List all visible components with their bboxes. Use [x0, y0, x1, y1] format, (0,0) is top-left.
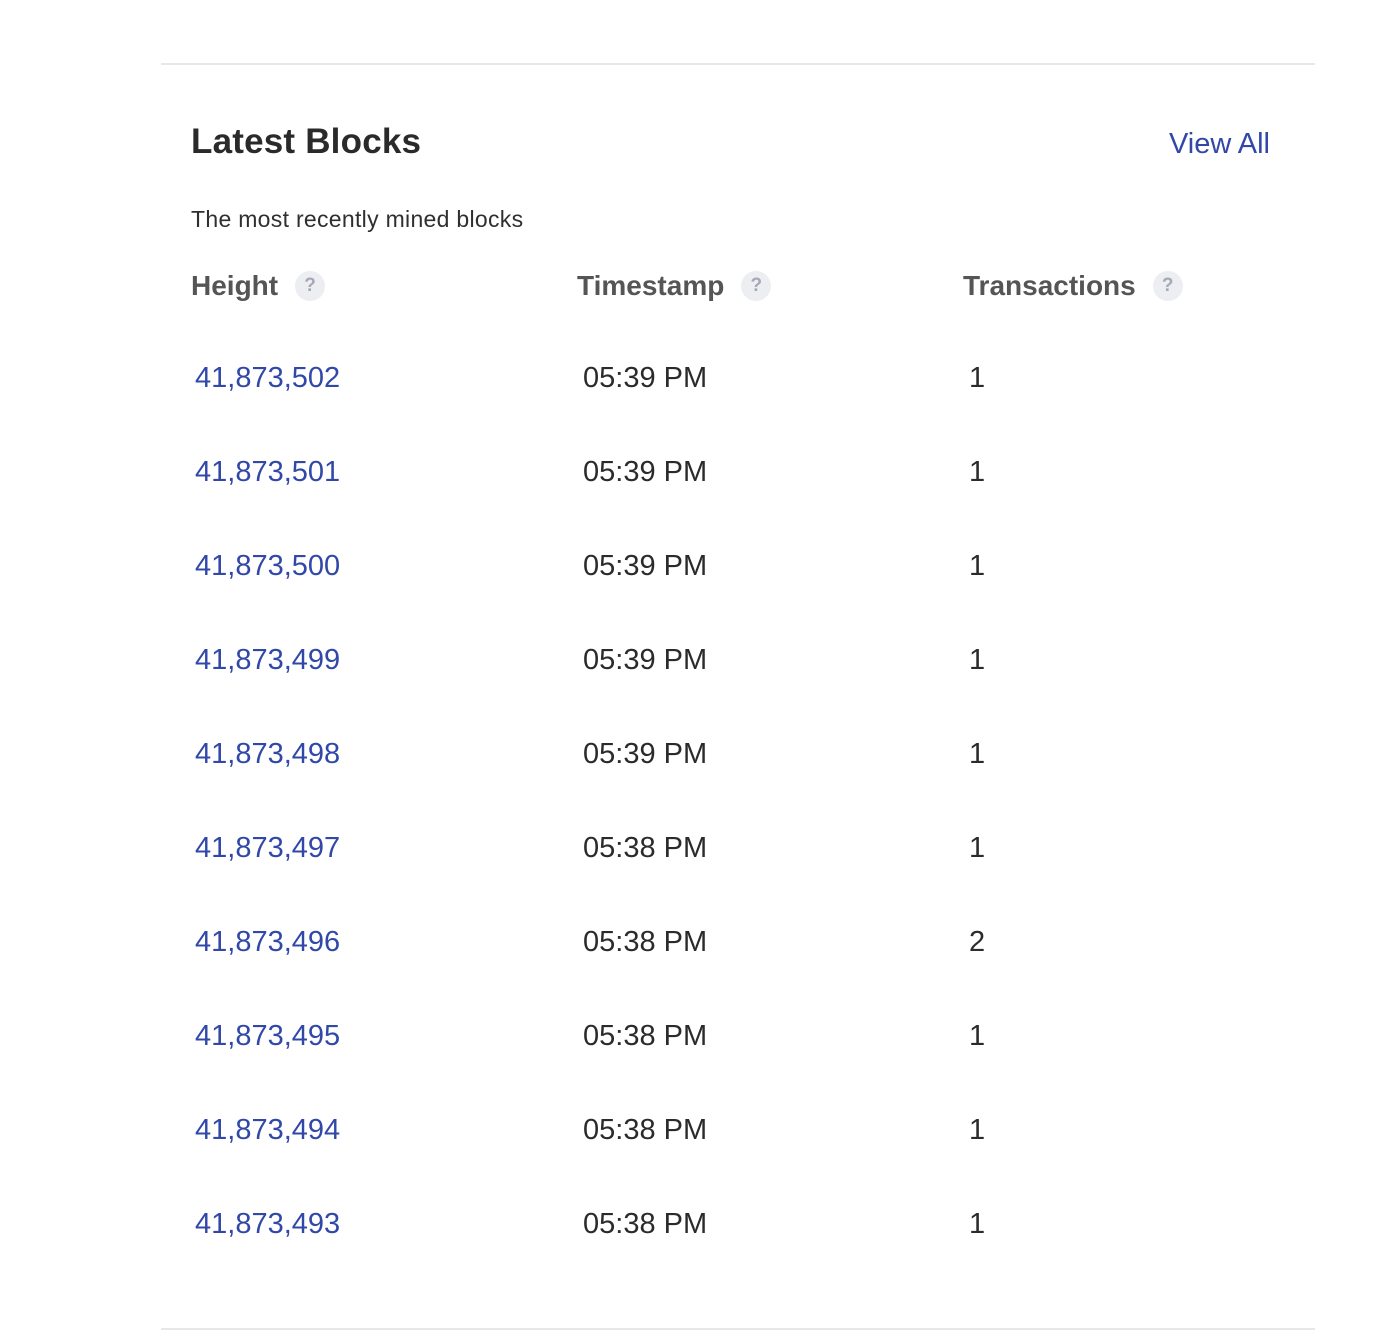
section-subtitle: The most recently mined blocks — [191, 206, 524, 232]
help-icon[interactable]: ? — [295, 271, 326, 301]
table-row: 41,873,498 05:39 PM 1 — [0, 707, 1392, 801]
section-title: Latest Blocks — [191, 122, 422, 161]
block-height-link[interactable]: 41,873,494 — [195, 1083, 340, 1177]
block-height-link[interactable]: 41,873,496 — [195, 895, 340, 989]
block-transaction-count: 1 — [969, 456, 986, 488]
help-icon[interactable]: ? — [741, 271, 772, 301]
view-all-link[interactable]: View All — [1169, 124, 1270, 164]
table-row: 41,873,497 05:38 PM 1 — [0, 801, 1392, 895]
block-transaction-count: 2 — [969, 926, 986, 958]
table-header: Height ? Timestamp ? Transactions ? — [0, 264, 1392, 308]
block-height-link[interactable]: 41,873,495 — [195, 989, 340, 1083]
block-timestamp: 05:38 PM — [583, 832, 708, 864]
blocks-table-body: 41,873,502 05:39 PM 1 41,873,501 05:39 P… — [0, 331, 1392, 1271]
table-row: 41,873,501 05:39 PM 1 — [0, 425, 1392, 519]
block-timestamp: 05:38 PM — [583, 1208, 708, 1240]
column-header-timestamp: Timestamp ? — [577, 264, 772, 308]
block-timestamp: 05:38 PM — [583, 1020, 708, 1052]
block-height-link[interactable]: 41,873,499 — [195, 613, 340, 707]
help-icon[interactable]: ? — [1152, 271, 1183, 301]
column-header-timestamp-label: Timestamp — [577, 270, 725, 301]
block-transaction-count: 1 — [969, 832, 986, 864]
block-height-link[interactable]: 41,873,502 — [195, 331, 340, 425]
table-row: 41,873,495 05:38 PM 1 — [0, 989, 1392, 1083]
block-transaction-count: 1 — [969, 1114, 986, 1146]
column-header-transactions: Transactions ? — [963, 264, 1183, 308]
block-timestamp: 05:38 PM — [583, 926, 708, 958]
block-transaction-count: 1 — [969, 738, 986, 770]
block-timestamp: 05:39 PM — [583, 644, 708, 676]
table-row: 41,873,500 05:39 PM 1 — [0, 519, 1392, 613]
block-height-link[interactable]: 41,873,500 — [195, 519, 340, 613]
block-transaction-count: 1 — [969, 1020, 986, 1052]
block-height-link[interactable]: 41,873,497 — [195, 801, 340, 895]
block-timestamp: 05:39 PM — [583, 738, 708, 770]
block-height-link[interactable]: 41,873,498 — [195, 707, 340, 801]
table-row: 41,873,493 05:38 PM 1 — [0, 1177, 1392, 1271]
column-header-transactions-label: Transactions — [963, 270, 1136, 301]
table-row: 41,873,494 05:38 PM 1 — [0, 1083, 1392, 1177]
block-timestamp: 05:38 PM — [583, 1114, 708, 1146]
column-header-height: Height ? — [191, 264, 326, 308]
top-divider — [161, 63, 1315, 65]
block-height-link[interactable]: 41,873,493 — [195, 1177, 340, 1271]
block-transaction-count: 1 — [969, 550, 986, 582]
table-row: 41,873,499 05:39 PM 1 — [0, 613, 1392, 707]
section-header: Latest Blocks View All — [191, 118, 1270, 168]
block-height-link[interactable]: 41,873,501 — [195, 425, 340, 519]
block-transaction-count: 1 — [969, 1208, 986, 1240]
table-row: 41,873,502 05:39 PM 1 — [0, 331, 1392, 425]
block-timestamp: 05:39 PM — [583, 362, 708, 394]
block-timestamp: 05:39 PM — [583, 456, 708, 488]
bottom-divider — [161, 1328, 1315, 1330]
block-transaction-count: 1 — [969, 644, 986, 676]
block-timestamp: 05:39 PM — [583, 550, 708, 582]
block-transaction-count: 1 — [969, 362, 986, 394]
table-row: 41,873,496 05:38 PM 2 — [0, 895, 1392, 989]
column-header-height-label: Height — [191, 270, 279, 301]
